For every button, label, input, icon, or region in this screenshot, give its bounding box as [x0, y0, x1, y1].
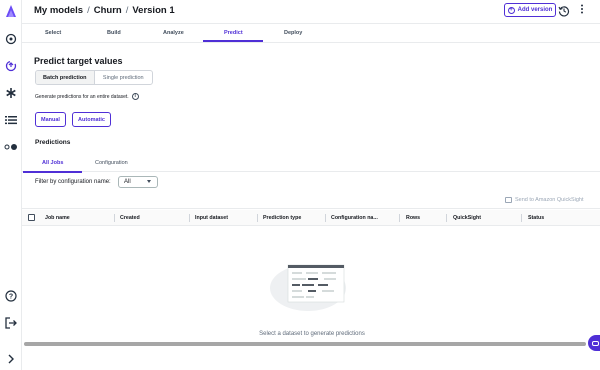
- tab-configuration[interactable]: Configuration: [95, 160, 128, 166]
- breadcrumb-separator: /: [87, 5, 90, 16]
- breadcrumb: My models / Churn / Version 1: [34, 5, 175, 16]
- column-input-dataset[interactable]: Input dataset: [195, 215, 228, 221]
- column-rows[interactable]: Rows: [406, 215, 420, 221]
- select-all-checkbox[interactable]: [28, 214, 35, 221]
- predictions-heading: Predictions: [35, 139, 71, 146]
- column-separator[interactable]: [114, 214, 115, 222]
- workflow-tabs: Select Build Analyze Predict Deploy: [22, 26, 600, 43]
- tab-deploy[interactable]: Deploy: [284, 30, 302, 36]
- page-header: My models / Churn / Version 1 + Add vers…: [22, 0, 600, 24]
- column-separator[interactable]: [257, 214, 258, 222]
- svg-text:?: ?: [9, 294, 13, 301]
- caret-down-icon: [147, 180, 151, 183]
- quicksight-icon: [505, 197, 512, 203]
- empty-state-illustration: [268, 254, 352, 312]
- active-tab-indicator: [203, 40, 263, 42]
- logout-icon[interactable]: [3, 315, 19, 331]
- column-created[interactable]: Created: [120, 215, 140, 221]
- column-separator[interactable]: [399, 214, 400, 222]
- tab-build[interactable]: Build: [107, 30, 121, 36]
- globe-icon[interactable]: [3, 31, 19, 47]
- plus-circle-icon: +: [507, 6, 515, 14]
- predictions-tabs: All Jobs Configuration: [22, 154, 600, 172]
- column-job-name[interactable]: Job name: [45, 215, 70, 221]
- column-quicksight[interactable]: QuickSight: [453, 215, 481, 221]
- batch-prediction-option[interactable]: Batch prediction: [36, 71, 95, 84]
- info-icon[interactable]: i: [131, 93, 139, 100]
- horizontal-scrollbar[interactable]: [24, 342, 586, 346]
- send-to-quicksight-button[interactable]: Send to Amazon QuickSight: [505, 197, 583, 203]
- tab-predict[interactable]: Predict: [224, 30, 243, 36]
- column-status[interactable]: Status: [528, 215, 544, 221]
- list-icon[interactable]: [3, 112, 19, 128]
- expand-icon[interactable]: [3, 351, 19, 367]
- chat-bubble-icon: [591, 340, 599, 346]
- models-icon[interactable]: [3, 58, 19, 74]
- column-separator[interactable]: [189, 214, 190, 222]
- canvas-logo-icon[interactable]: [3, 3, 19, 19]
- active-subtab-indicator: [23, 171, 82, 173]
- send-to-quicksight-label: Send to Amazon QuickSight: [515, 197, 584, 203]
- more-options-icon[interactable]: [578, 4, 586, 16]
- single-prediction-option[interactable]: Single prediction: [95, 71, 153, 84]
- batch-description-text: Generate predictions for an entire datas…: [35, 93, 129, 100]
- add-version-button[interactable]: + Add version: [504, 3, 556, 17]
- breadcrumb-separator: /: [125, 5, 129, 16]
- tab-select[interactable]: Select: [45, 30, 61, 36]
- asterisk-icon[interactable]: [3, 85, 19, 101]
- toggle-icon[interactable]: [3, 139, 19, 155]
- breadcrumb-churn[interactable]: Churn: [94, 5, 122, 16]
- table-divider: [22, 208, 600, 209]
- automatic-button[interactable]: Automatic: [72, 112, 111, 127]
- column-separator[interactable]: [521, 214, 522, 222]
- filter-selected-value: All: [124, 179, 131, 185]
- column-configuration-name[interactable]: Configuration na...: [331, 215, 378, 221]
- column-separator[interactable]: [325, 214, 326, 222]
- column-prediction-type[interactable]: Prediction type: [263, 215, 301, 221]
- breadcrumb-version: Version 1: [132, 5, 175, 16]
- manual-button[interactable]: Manual: [35, 112, 66, 127]
- help-icon[interactable]: ?: [3, 288, 19, 304]
- page-title: Predict target values: [34, 56, 123, 66]
- add-version-label: Add version: [517, 7, 553, 13]
- tab-all-jobs[interactable]: All Jobs: [42, 160, 63, 166]
- empty-state-message: Select a dataset to generate predictions: [259, 331, 365, 337]
- prediction-type-segmented-control: Batch prediction Single prediction: [35, 70, 153, 85]
- batch-description: Generate predictions for an entire datas…: [35, 93, 139, 100]
- table-header: Job name Created Input dataset Predictio…: [22, 210, 600, 226]
- breadcrumb-my-models[interactable]: My models: [34, 5, 83, 16]
- history-icon[interactable]: [558, 4, 570, 17]
- column-separator[interactable]: [446, 214, 447, 222]
- left-nav-rail: ?: [0, 0, 22, 370]
- tab-analyze[interactable]: Analyze: [163, 30, 184, 36]
- chat-assistant-button[interactable]: [588, 335, 600, 351]
- filter-label: Filter by configuration name:: [35, 179, 111, 185]
- configuration-filter-select[interactable]: All: [118, 176, 158, 188]
